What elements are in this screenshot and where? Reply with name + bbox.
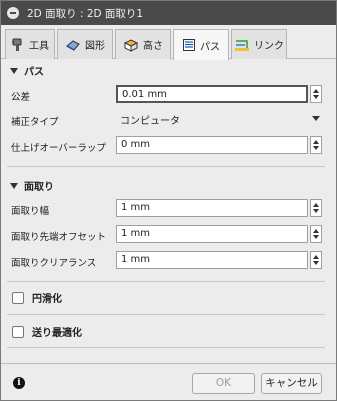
finishing-overlap-stepper[interactable] xyxy=(310,136,322,154)
chamfer-clearance-input[interactable]: 1 mm xyxy=(116,251,308,269)
chamfer-tip-offset-label: 面取り先端オフセット xyxy=(11,232,107,243)
compensation-type-label: 補正タイプ xyxy=(11,117,59,128)
tab-bar: 工具 図形 高さ パス リンク xyxy=(1,25,336,60)
tab-label: 高さ xyxy=(143,41,163,52)
tab-label: 工具 xyxy=(29,41,49,52)
geometry-icon xyxy=(66,39,80,51)
compensation-type-value: コンピュータ xyxy=(120,116,180,127)
chamfer-width-label: 面取り幅 xyxy=(11,206,50,217)
tab-heights[interactable]: 高さ xyxy=(115,29,171,59)
chamfer-width-input[interactable]: 1 mm xyxy=(116,199,308,217)
tool-icon xyxy=(12,38,22,51)
dialog-title: 2D 面取り : 2D 面取り1 xyxy=(27,8,144,20)
ok-button[interactable]: OK xyxy=(192,373,255,394)
section-title: パス xyxy=(24,67,44,78)
section-divider xyxy=(7,347,325,348)
tab-tool[interactable]: 工具 xyxy=(5,29,55,59)
title-bar[interactable]: 2D 面取り : 2D 面取り1 xyxy=(1,1,336,25)
smoothing-option[interactable]: 円滑化 xyxy=(12,290,62,305)
collapse-triangle-icon xyxy=(10,67,18,74)
info-icon[interactable]: i xyxy=(13,377,25,389)
finishing-overlap-input[interactable]: 0 mm xyxy=(116,136,308,154)
dropdown-arrow-icon xyxy=(312,116,320,121)
tab-passes[interactable]: パス xyxy=(173,29,229,60)
chamfer-section-header[interactable]: 面取り xyxy=(10,178,54,193)
passes-icon xyxy=(183,39,195,51)
section-divider xyxy=(7,281,325,282)
heights-icon xyxy=(123,38,139,52)
feed-optimization-option[interactable]: 送り最適化 xyxy=(12,324,82,339)
close-icon[interactable] xyxy=(7,7,19,19)
finishing-overlap-label: 仕上げオーバーラップ xyxy=(11,143,106,154)
chamfer-clearance-stepper[interactable] xyxy=(310,251,322,269)
compensation-type-select[interactable]: コンピュータ xyxy=(116,110,324,128)
linking-icon xyxy=(235,39,249,51)
tolerance-label: 公差 xyxy=(11,92,31,103)
feed-optimization-label: 送り最適化 xyxy=(32,328,82,339)
tolerance-stepper[interactable] xyxy=(310,85,322,103)
tab-label: リンク xyxy=(254,41,284,52)
collapse-triangle-icon xyxy=(10,182,18,189)
chamfer-clearance-label: 面取りクリアランス xyxy=(11,258,97,269)
feed-optimization-checkbox[interactable] xyxy=(12,325,24,338)
tab-geometry[interactable]: 図形 xyxy=(57,29,113,59)
cancel-button[interactable]: キャンセル xyxy=(261,373,322,394)
chamfer-tip-offset-stepper[interactable] xyxy=(310,225,322,243)
smoothing-label: 円滑化 xyxy=(32,294,62,305)
chamfer-width-stepper[interactable] xyxy=(310,199,322,217)
operation-dialog: 2D 面取り : 2D 面取り1 工具 図形 高さ パス リンク パス 公差 0… xyxy=(0,0,337,401)
section-divider xyxy=(7,314,325,315)
passes-section-header[interactable]: パス xyxy=(10,63,44,78)
section-title: 面取り xyxy=(24,182,54,193)
tab-label: パス xyxy=(200,41,220,53)
dialog-footer: i OK キャンセル xyxy=(1,363,336,400)
chamfer-tip-offset-input[interactable]: 1 mm xyxy=(116,225,308,243)
smoothing-checkbox[interactable] xyxy=(12,291,24,304)
tab-label: 図形 xyxy=(85,41,105,52)
tolerance-input[interactable]: 0.01 mm xyxy=(116,85,308,103)
section-divider xyxy=(7,166,325,167)
tab-linking[interactable]: リンク xyxy=(231,29,287,59)
